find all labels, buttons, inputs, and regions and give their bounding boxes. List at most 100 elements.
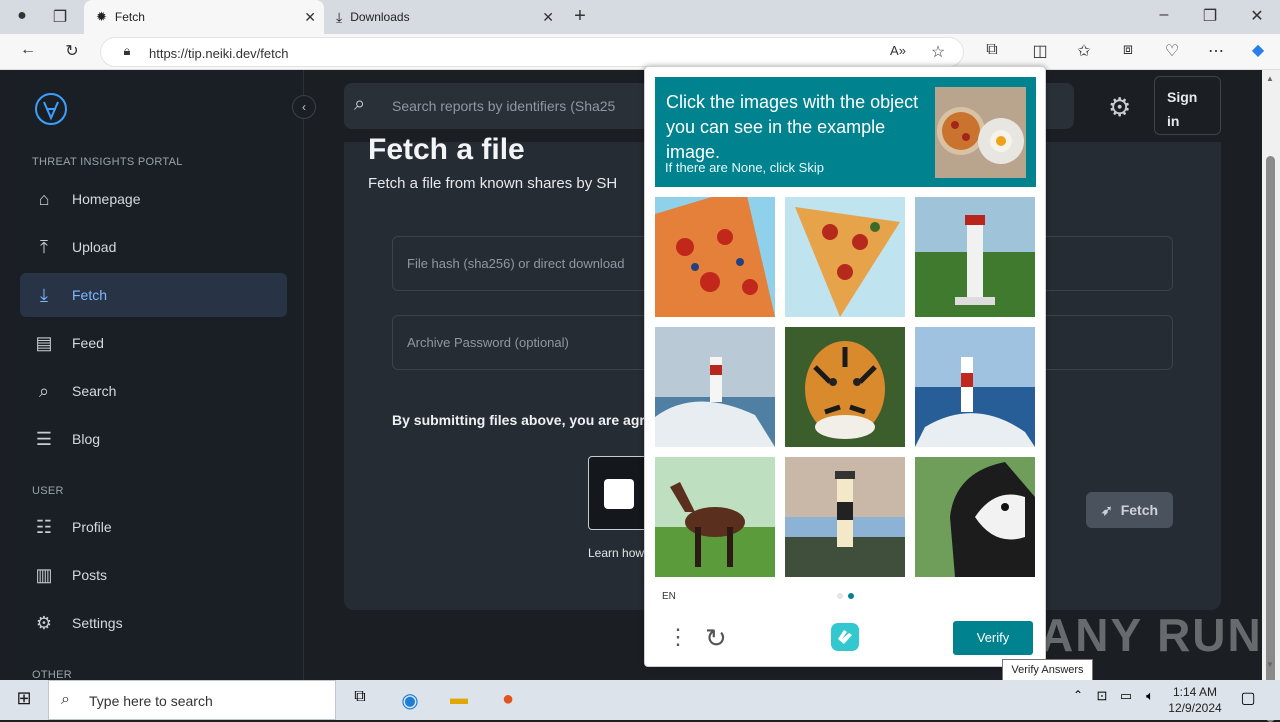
page-subtitle: Fetch a file from known shares by SH — [368, 175, 618, 192]
captcha-tile-tiger[interactable] — [785, 327, 905, 447]
profile-icon[interactable]: ● — [10, 7, 34, 25]
sidebar-item-label: Fetch — [72, 287, 108, 303]
captcha-tile-pizza[interactable] — [655, 197, 775, 317]
fetch-icon: ⤓ — [40, 284, 48, 305]
sidebar: THREAT INSIGHTS PORTAL ⌂ Homepage ⤒ Uplo… — [4, 70, 304, 681]
verify-button[interactable]: Verify — [953, 621, 1033, 655]
captcha-tile-horse[interactable] — [655, 457, 775, 577]
file-hash-placeholder: File hash (sha256) or direct download — [407, 256, 625, 271]
sidebar-item-label: Blog — [72, 431, 101, 447]
collections-icon[interactable]: ⧈ — [1116, 41, 1140, 59]
scroll-up-icon[interactable]: ▲ — [1266, 74, 1274, 83]
captcha-language[interactable]: EN — [662, 591, 676, 602]
captcha-tile-horse[interactable] — [915, 457, 1035, 577]
page-dot — [837, 593, 843, 599]
favorites-icon[interactable]: ✩ — [1072, 41, 1096, 61]
captcha-header: Click the images with the object you can… — [655, 77, 1036, 187]
tab-label: Downloads — [350, 10, 410, 24]
scroll-down-icon[interactable]: ▼ — [1266, 660, 1274, 669]
site-favicon-icon: ✹ — [96, 9, 107, 24]
sidebar-item-posts[interactable]: ▥ Posts — [20, 553, 287, 597]
gear-icon[interactable]: ⚙ — [1108, 92, 1131, 123]
notification-icon[interactable]: ▢ — [1236, 688, 1260, 712]
collapse-sidebar-button[interactable]: ‹ — [292, 95, 316, 119]
tab-fetch[interactable]: ✹ Fetch ✕ — [84, 0, 324, 34]
learn-how-link[interactable]: Learn how — [588, 546, 644, 560]
sidebar-item-label: Feed — [72, 335, 104, 351]
sidebar-item-label: Search — [72, 383, 117, 399]
minimize-icon[interactable]: – — [1152, 6, 1176, 24]
page-title: Fetch a file — [368, 133, 525, 166]
restore-icon[interactable]: ❐ — [1198, 6, 1222, 26]
sidebar-item-label: Posts — [72, 567, 108, 583]
clock-date: 12/9/2024 — [1168, 701, 1222, 715]
task-view-icon[interactable]: ⧉ — [348, 688, 372, 712]
sidebar-item-label: Settings — [72, 615, 123, 631]
sidebar-item-blog[interactable]: ☰ Blog — [20, 417, 287, 461]
settings-icon: ⚙ — [35, 612, 53, 633]
extensions-icon[interactable]: ⧉ — [980, 41, 1004, 59]
start-icon[interactable]: ⊞ — [12, 688, 36, 712]
sidebar-item-homepage[interactable]: ⌂ Homepage — [20, 177, 287, 221]
tray-chevron-icon[interactable]: ⌃ — [1066, 688, 1090, 712]
captcha-tile-lighthouse[interactable] — [915, 327, 1035, 447]
sidebar-section-title: USER — [32, 485, 64, 497]
profile-icon: ☷ — [35, 516, 53, 537]
video-camera-icon — [604, 479, 634, 509]
network-usb-icon[interactable]: ⊡ — [1090, 688, 1114, 712]
split-screen-icon[interactable]: ◫ — [1028, 41, 1052, 61]
tab-actions-icon[interactable]: ❐ — [48, 7, 72, 27]
taskbar-search-input[interactable]: ⌕ Type here to search — [48, 680, 336, 720]
copilot-icon[interactable]: ◆ — [1246, 40, 1270, 60]
sidebar-item-profile[interactable]: ☷ Profile — [20, 505, 287, 549]
sidebar-item-search[interactable]: ⌕ Search — [20, 369, 287, 413]
scroll-thumb[interactable] — [1266, 156, 1275, 722]
back-icon[interactable]: ← — [16, 41, 40, 59]
blog-icon: ☰ — [35, 428, 53, 449]
page-scrollbar[interactable]: ▲ ▼ — [1262, 70, 1280, 722]
sidebar-item-label: Upload — [72, 239, 117, 255]
download-icon: ⤓ — [336, 8, 343, 25]
firefox-icon[interactable]: ● — [496, 688, 520, 712]
fetch-button[interactable]: ➶ Fetch — [1086, 492, 1173, 528]
network-icon[interactable]: ▭ — [1114, 688, 1138, 712]
sidebar-item-label: Profile — [72, 519, 112, 535]
read-aloud-icon[interactable]: A» — [886, 43, 910, 58]
search-icon: ⌕ — [354, 93, 366, 115]
sidebar-item-feed[interactable]: ▤ Feed — [20, 321, 287, 365]
edge-icon[interactable]: ◉ — [398, 688, 422, 712]
performance-icon[interactable]: ♡ — [1160, 41, 1184, 61]
more-menu-icon[interactable]: ⋯ — [1204, 41, 1228, 61]
address-toolbar: ← ↻ 🔒︎ https://tip.neiki.dev/fetch A» ☆ … — [0, 34, 1280, 70]
file-explorer-icon[interactable]: ▬ — [447, 688, 471, 712]
url-text: https://tip.neiki.dev/fetch — [149, 46, 289, 61]
captcha-tile-lighthouse[interactable] — [655, 327, 775, 447]
volume-icon[interactable]: 🔈︎ — [1138, 688, 1162, 712]
upload-icon: ⤒ — [40, 236, 48, 257]
verify-tooltip: Verify Answers — [1002, 659, 1093, 681]
video-thumbnail[interactable] — [588, 456, 648, 530]
captcha-refresh-icon[interactable]: ↻ — [705, 623, 727, 654]
site-logo[interactable] — [34, 92, 68, 126]
captcha-tile-lighthouse[interactable] — [915, 197, 1035, 317]
lock-icon[interactable]: 🔒︎ — [115, 43, 139, 59]
tab-downloads[interactable]: ⤓ Downloads ✕ — [326, 0, 562, 34]
archive-password-placeholder: Archive Password (optional) — [407, 335, 569, 350]
sign-in-button[interactable]: Sign in — [1154, 76, 1221, 135]
browser-tab-bar: ● ❐ ✹ Fetch ✕ ⤓ Downloads ✕ + – ❐ ✕ — [0, 0, 1280, 34]
url-bar[interactable]: 🔒︎ https://tip.neiki.dev/fetch A» ☆ — [100, 37, 964, 67]
close-tab-icon[interactable]: ✕ — [542, 9, 554, 26]
captcha-tile-pizza[interactable] — [785, 197, 905, 317]
taskbar-clock[interactable]: 1:14 AM 12/9/2024 — [1160, 684, 1230, 716]
refresh-icon[interactable]: ↻ — [60, 41, 84, 61]
sidebar-item-settings[interactable]: ⚙ Settings — [20, 601, 287, 645]
captcha-menu-icon[interactable]: ⋮ — [667, 624, 689, 650]
watermark: ANY RUN — [1040, 609, 1263, 661]
close-tab-icon[interactable]: ✕ — [304, 9, 316, 26]
new-tab-icon[interactable]: + — [568, 5, 592, 28]
sidebar-item-upload[interactable]: ⤒ Upload — [20, 225, 287, 269]
favorite-star-icon[interactable]: ☆ — [926, 42, 950, 62]
captcha-tile-lighthouse[interactable] — [785, 457, 905, 577]
close-window-icon[interactable]: ✕ — [1245, 6, 1269, 26]
sidebar-item-fetch[interactable]: ⤓ Fetch — [20, 273, 287, 317]
